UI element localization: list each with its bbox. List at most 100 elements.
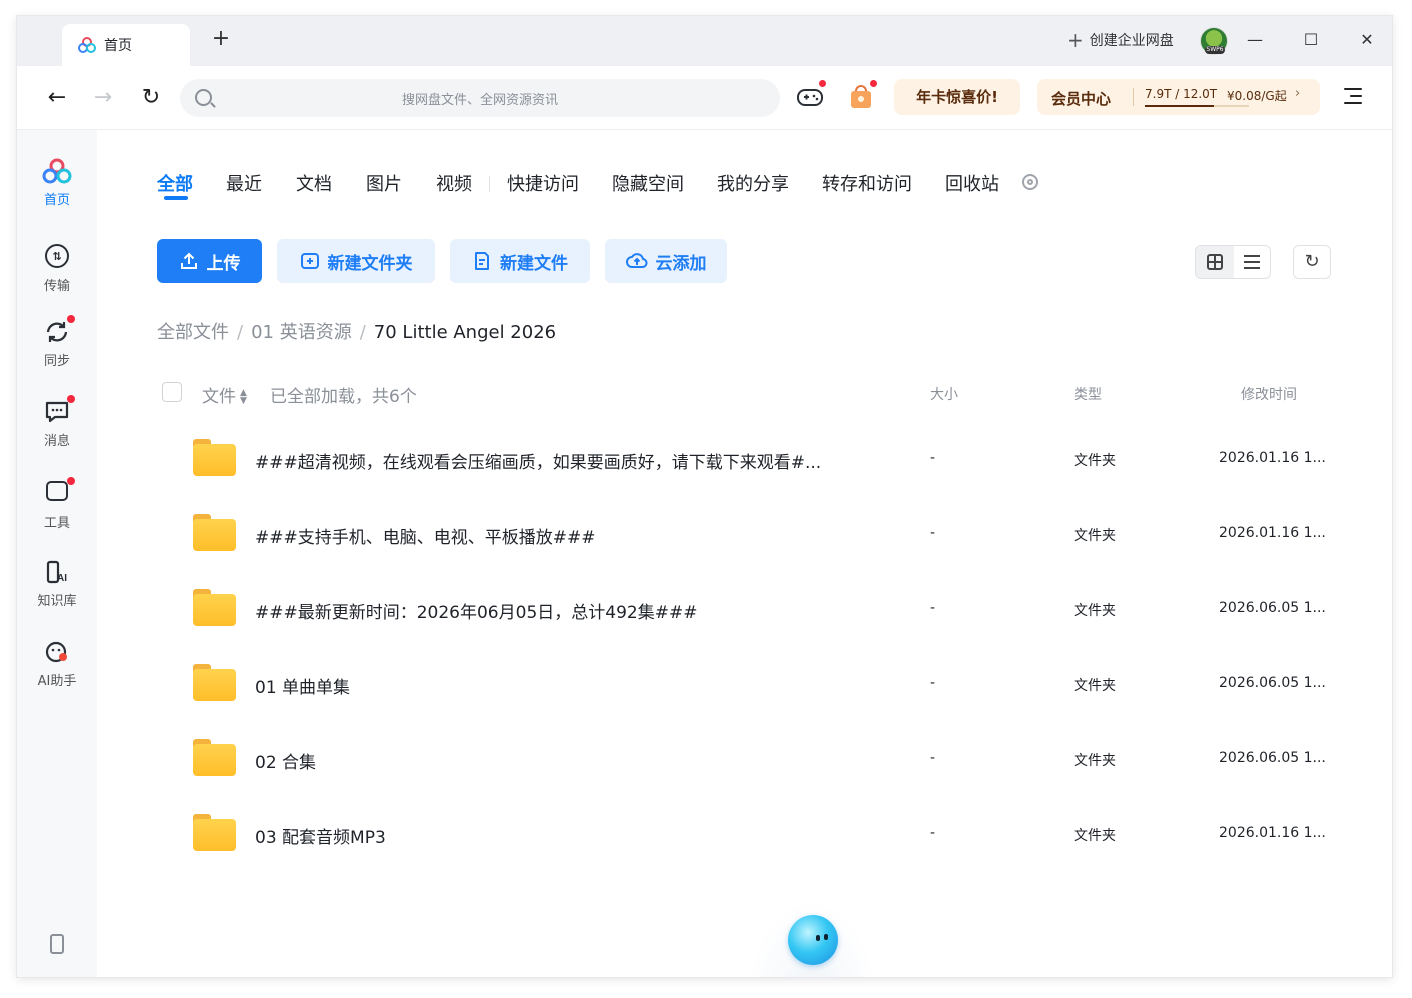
column-file[interactable]: 文件 ▲ ▼	[202, 382, 247, 407]
file-size: -	[930, 525, 936, 541]
main-content: 全部 最近 文档 图片 视频 快捷访问 隐藏空间 我的分享 转存和访问 回收站 …	[97, 130, 1392, 977]
table-row[interactable]: 03 配套音频MP3 - 文件夹 2026.01.16 1...	[157, 798, 1327, 873]
file-type: 文件夹	[1074, 753, 1116, 769]
tab-images[interactable]: 图片	[366, 170, 402, 196]
toolbox-icon	[44, 477, 75, 507]
column-size[interactable]: 大小	[930, 384, 958, 404]
breadcrumb-separator: /	[359, 322, 366, 343]
file-type: 文件夹	[1074, 528, 1116, 544]
tab-my-shares[interactable]: 我的分享	[717, 170, 789, 196]
ai-assistant-bubble[interactable]	[747, 870, 877, 977]
notification-dot	[67, 315, 75, 323]
tab-all[interactable]: 全部	[157, 170, 193, 196]
create-enterprise-button[interactable]: + 创建企业网盘	[1067, 30, 1174, 50]
game-controller-icon[interactable]	[795, 79, 827, 112]
table-row[interactable]: ###最新更新时间：2026年06月05日，总计492集### - 文件夹 20…	[157, 573, 1327, 648]
new-tab-button[interactable]: +	[209, 28, 233, 52]
file-size: -	[930, 750, 936, 766]
file-name[interactable]: ###超清视频，在线观看会压缩画质，如果要画质好，请下载下来观看#...	[255, 448, 821, 473]
storage-price: ¥0.08/G起	[1227, 89, 1287, 103]
tab-quick-access[interactable]: 快捷访问	[507, 170, 579, 196]
avatar[interactable]: SWP6	[1200, 27, 1228, 55]
upload-button[interactable]: 上传	[157, 239, 262, 283]
table-row[interactable]: ###支持手机、电脑、电视、平板播放### - 文件夹 2026.01.16 1…	[157, 498, 1327, 573]
annual-promo-button[interactable]: 年卡惊喜价!	[894, 79, 1020, 115]
sidebar-item-label: 同步	[43, 354, 70, 369]
baidu-netdisk-logo-icon	[78, 37, 96, 53]
refresh-button[interactable]: ↻	[1293, 245, 1331, 279]
sidebar-item-ai-assistant[interactable]: AI助手	[17, 639, 97, 701]
file-list: ###超清视频，在线观看会压缩画质，如果要画质好，请下载下来观看#... - 文…	[157, 423, 1327, 873]
new-file-button[interactable]: 新建文件	[450, 239, 590, 283]
table-row[interactable]: 01 单曲单集 - 文件夹 2026.06.05 1...	[157, 648, 1327, 723]
visibility-settings-icon[interactable]	[1022, 174, 1038, 190]
sidebar-item-messages[interactable]: 消息	[17, 395, 97, 461]
cloud-add-button[interactable]: 云添加	[605, 239, 727, 283]
file-type: 文件夹	[1074, 828, 1116, 844]
view-toggle	[1195, 245, 1271, 279]
search-input[interactable]: 搜网盘文件、全网资源资讯	[180, 79, 780, 117]
sidebar-item-knowledge[interactable]: AI 知识库	[17, 559, 97, 621]
tab-videos[interactable]: 视频	[436, 170, 472, 196]
file-name[interactable]: 03 配套音频MP3	[255, 823, 386, 848]
divider	[489, 176, 490, 192]
file-modified: 2026.06.05 1...	[1219, 750, 1326, 766]
new-folder-button[interactable]: 新建文件夹	[277, 239, 435, 283]
file-modified: 2026.01.16 1...	[1219, 825, 1326, 841]
folder-icon	[193, 664, 236, 701]
phone-icon[interactable]	[50, 934, 64, 954]
select-all-checkbox[interactable]	[162, 382, 182, 402]
gift-bag-icon[interactable]	[846, 79, 878, 112]
file-type: 文件夹	[1074, 603, 1116, 619]
maximize-icon[interactable]: ☐	[1299, 28, 1323, 52]
sidebar-item-label: 工具	[43, 516, 70, 531]
back-arrow-icon[interactable]: ←	[44, 86, 70, 112]
menu-icon[interactable]	[1344, 88, 1362, 104]
tab-documents[interactable]: 文档	[296, 170, 332, 196]
table-row[interactable]: 02 合集 - 文件夹 2026.06.05 1...	[157, 723, 1327, 798]
column-type[interactable]: 类型	[1074, 384, 1102, 404]
sidebar-item-home[interactable]: 首页	[17, 158, 97, 220]
breadcrumb-item-all-files[interactable]: 全部文件	[157, 322, 229, 343]
new-file-icon	[475, 252, 489, 270]
file-name[interactable]: ###最新更新时间：2026年06月05日，总计492集###	[255, 598, 697, 623]
cloud-add-label: 云添加	[655, 253, 707, 274]
tab-label: 首页	[104, 38, 132, 54]
cloud-upload-icon	[625, 253, 647, 268]
sidebar-item-tools[interactable]: 工具	[17, 477, 97, 541]
file-modified: 2026.01.16 1...	[1219, 525, 1326, 541]
file-size: -	[930, 825, 936, 841]
breadcrumb-item-english-resources[interactable]: 01 英语资源	[251, 322, 352, 343]
sidebar-item-transfer[interactable]: ⇅ 传输	[17, 244, 97, 306]
file-name[interactable]: ###支持手机、电脑、电视、平板播放###	[255, 523, 595, 548]
tab-home[interactable]: 首页	[62, 24, 190, 66]
forward-arrow-icon[interactable]: →	[90, 86, 116, 112]
loaded-status: 已全部加载，共6个	[270, 387, 417, 407]
tab-recent[interactable]: 最近	[226, 170, 262, 196]
plus-icon: +	[1067, 28, 1084, 52]
column-modified[interactable]: 修改时间	[1241, 384, 1297, 404]
minimize-icon[interactable]: —	[1243, 28, 1267, 52]
sort-icon: ▲ ▼	[240, 388, 247, 406]
close-icon[interactable]: ✕	[1355, 28, 1379, 52]
file-type: 文件夹	[1074, 678, 1116, 694]
grid-view-icon	[1207, 254, 1223, 270]
new-file-label: 新建文件	[500, 253, 568, 274]
grid-view-button[interactable]	[1196, 246, 1234, 278]
column-file-label: 文件	[202, 387, 236, 407]
refresh-icon[interactable]: ↻	[138, 86, 164, 112]
vip-center-button[interactable]: 会员中心 7.9T / 12.0T ¥0.08/G起 ›	[1037, 79, 1320, 115]
knowledge-base-icon: AI	[44, 559, 70, 585]
file-size: -	[930, 450, 936, 466]
list-view-icon[interactable]	[1244, 255, 1260, 269]
file-name[interactable]: 01 单曲单集	[255, 673, 350, 698]
tab-recycle-bin[interactable]: 回收站	[945, 170, 999, 196]
table-row[interactable]: ###超清视频，在线观看会压缩画质，如果要画质好，请下载下来观看#... - 文…	[157, 423, 1327, 498]
sidebar-item-sync[interactable]: 同步	[17, 315, 97, 381]
file-modified: 2026.06.05 1...	[1219, 600, 1326, 616]
tab-transfer-and-visits[interactable]: 转存和访问	[822, 170, 912, 196]
message-icon	[44, 395, 75, 425]
file-name[interactable]: 02 合集	[255, 748, 316, 773]
tab-hidden-space[interactable]: 隐藏空间	[612, 170, 684, 196]
sidebar-item-label: AI助手	[37, 674, 77, 689]
